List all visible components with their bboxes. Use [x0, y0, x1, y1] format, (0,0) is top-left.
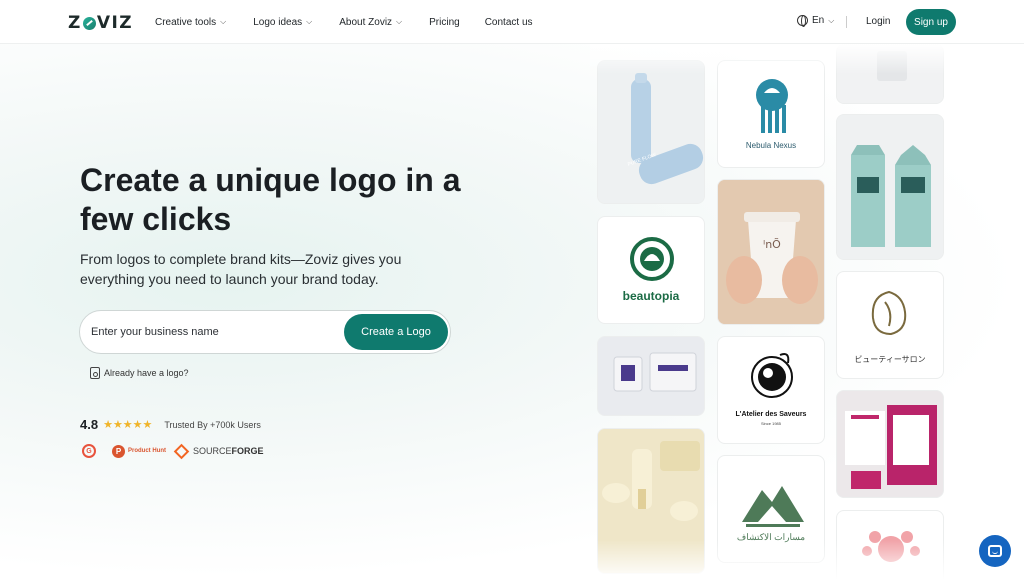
menu-label: Logo ideas [253, 16, 303, 28]
beautopia-logo-icon [630, 237, 674, 281]
stationery-mockup-image [837, 391, 943, 497]
logo-text-left: Z [68, 13, 82, 33]
bottle-mockup-card: PURE FLOW [597, 60, 705, 204]
already-have-logo-link[interactable]: Already have a logo? [90, 367, 189, 379]
menu-creative-tools[interactable]: Creative tools ⌵ [155, 17, 226, 28]
menu-about-zoviz[interactable]: About Zoviz ⌵ [339, 17, 402, 28]
atelier-card[interactable]: L'Atelier des Saveurs Since 1985 [717, 336, 825, 444]
nav-divider [846, 16, 847, 28]
zoviz-logo[interactable]: Z VIZ [68, 13, 133, 33]
nebula-nexus-card[interactable]: Nebula Nexus [717, 60, 825, 168]
chat-widget-button[interactable] [979, 535, 1011, 567]
chevron-down-icon: ⌵ [396, 17, 403, 26]
logo-gallery: PURE FLOW beautopia Nebula Nexus ᴵnÕ L'A… [590, 44, 960, 580]
beautopia-card[interactable]: beautopia [597, 216, 705, 324]
chat-icon [988, 545, 1002, 557]
hero-subtext: From logos to complete brand kits—Zoviz … [80, 251, 402, 287]
paw-logo-icon [862, 531, 920, 562]
paw-logo-card[interactable] [836, 510, 944, 580]
nebula-nexus-label: Nebula Nexus [745, 141, 797, 150]
paper-mockup-card [836, 44, 944, 104]
bags-mockup-image [837, 115, 943, 259]
signup-button[interactable]: Sign up [906, 9, 956, 35]
logo-o-icon [82, 16, 96, 30]
sourceforge-icon [173, 443, 190, 459]
already-have-logo-label: Already have a logo? [104, 368, 189, 378]
producthunt-letter: P [115, 446, 122, 456]
candle-mockup-card [597, 336, 705, 416]
rating-row: 4.8 ★★★★★ Trusted By +700k Users [80, 417, 261, 432]
atelier-label: L'Atelier des Saveurs [735, 411, 807, 418]
hero-headline: Create a unique logo in a few clicks [80, 162, 461, 237]
login-link[interactable]: Login [866, 16, 890, 27]
create-logo-button[interactable]: Create a Logo [344, 314, 448, 350]
beautopia-label: beautopia [622, 289, 680, 303]
globe-icon [797, 15, 808, 27]
japanese-label: ビューティーサロン [854, 355, 926, 364]
sourceforge-label-a: SOURCE [193, 446, 232, 456]
top-navbar: Z VIZ Creative tools ⌵ Logo ideas ⌵ About … [0, 0, 1024, 44]
mountain-logo-icon [742, 486, 804, 527]
nebula-tree-logo-icon [756, 79, 788, 133]
producthunt-label: Product Hunt [128, 448, 166, 454]
menu-label: About Zoviz [339, 16, 393, 28]
menu-contact-us[interactable]: Contact us [485, 17, 533, 28]
logo-text-right: VIZ [96, 13, 134, 33]
sourceforge-badge[interactable]: SOURCEFORGE [173, 443, 264, 459]
coffee-cup-card: ᴵnÕ [717, 179, 825, 325]
atelier-since-label: Since 1985 [760, 421, 781, 426]
review-badges: G P Product Hunt SOURCEFORGE [82, 443, 264, 459]
candle-mockup-image [598, 337, 704, 415]
business-name-input[interactable] [91, 326, 331, 338]
producthunt-badge[interactable]: P Product Hunt [112, 444, 166, 458]
chef-logo-icon [751, 353, 793, 398]
language-selector[interactable]: En ⌵ [797, 15, 835, 27]
arabic-card[interactable]: مسارات الاكتشاف [717, 455, 825, 563]
menu-logo-ideas[interactable]: Logo ideas ⌵ [253, 17, 312, 28]
bottle-mockup-image [598, 61, 704, 203]
japanese-salon-card[interactable]: ビューティーサロン [836, 271, 944, 379]
trusted-by-text: Trusted By +700k Users [164, 419, 261, 430]
stationery-mockup-card [836, 390, 944, 498]
g2-letter: G [86, 447, 92, 455]
bags-mockup-card [836, 114, 944, 260]
rating-stars-icon: ★★★★★ [103, 419, 153, 431]
chevron-down-icon: ⌵ [828, 15, 835, 25]
cosmetics-mockup-card [597, 428, 705, 574]
producthunt-icon: P [112, 444, 125, 458]
paper-mockup-image [837, 45, 943, 103]
logo-file-icon [90, 367, 100, 379]
cosmetics-mockup-image [598, 429, 704, 573]
chevron-down-icon: ⌵ [220, 17, 227, 26]
menu-pricing[interactable]: Pricing [429, 17, 460, 28]
menu-label: Contact us [484, 16, 533, 28]
main-menu: Creative tools ⌵ Logo ideas ⌵ About Zoviz ⌵… [155, 0, 533, 44]
coffee-cup-image: ᴵnÕ [718, 180, 824, 324]
sourceforge-label: SOURCEFORGE [193, 446, 264, 456]
arabic-label: مسارات الاكتشاف [736, 532, 806, 542]
language-label: En [812, 15, 825, 26]
rating-value: 4.8 [80, 417, 99, 432]
menu-label: Pricing [429, 16, 460, 28]
business-name-form: Create a Logo [79, 310, 451, 354]
sourceforge-label-b: FORGE [231, 446, 264, 456]
chevron-down-icon: ⌵ [306, 17, 313, 26]
g2-logo-icon[interactable]: G [82, 444, 96, 458]
svg-text:ᴵnÕ: ᴵnÕ [763, 238, 781, 251]
menu-label: Creative tools [155, 16, 217, 28]
